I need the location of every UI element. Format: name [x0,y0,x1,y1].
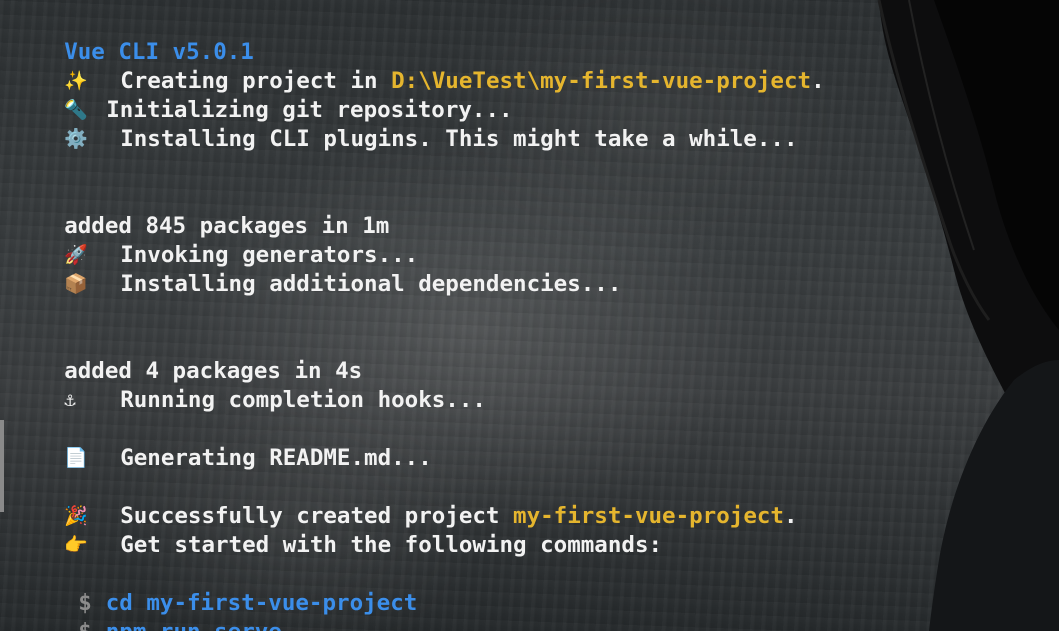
creating-project-text: Creating project in [120,68,392,94]
anchor-icon: ⚓ [64,389,76,411]
generating-readme-text: Generating README.md... [120,445,432,471]
terminal-line: added 4 packages in 4s [10,328,1059,384]
completion-hooks-text: Running completion hooks... [120,387,486,413]
project-name: my-first-vue-project [513,503,784,529]
npm-serve-command[interactable]: npm run serve [106,619,282,631]
creating-project-suffix: . [811,68,825,94]
install-plugins-text: Installing CLI plugins. This might take … [120,126,798,152]
git-init-text: Initializing git repository... [106,97,513,123]
success-suffix: . [783,503,798,529]
sparkles-icon: ✨ [64,70,88,92]
get-started-text: Get started with the following commands: [120,532,663,558]
terminal-line: 📄 Generating README.md... [10,415,1059,471]
added-packages-text: added 845 packages in 1m [64,213,390,239]
package-icon: 📦 [64,273,88,295]
rocket-icon: 🚀 [64,244,88,266]
document-icon: 📄 [64,447,88,469]
flashlight-icon: 🔦 [64,99,88,121]
prompt-symbol: $ [78,619,92,631]
scrollbar-thumb[interactable] [0,420,4,512]
prompt-symbol: $ [78,590,92,616]
pointing-finger-icon: 👉 [64,534,88,556]
terminal-line: 🎉 Successfully created project my-first-v… [10,473,1059,529]
invoking-generators-text: Invoking generators... [120,242,419,268]
party-popper-icon: 🎉 [64,505,88,527]
install-deps-text: Installing additional dependencies... [120,271,622,297]
cd-command[interactable]: cd my-first-vue-project [106,590,418,616]
added-packages-text: added 4 packages in 4s [64,358,363,384]
command-line: $ cd my-first-vue-project [10,560,1059,616]
terminal-output[interactable]: Vue CLI v5.0.1 ✨ Creating project in D:\V… [10,9,1059,631]
cli-version-header: Vue CLI v5.0.1 [64,39,254,65]
success-text: Successfully created project [120,503,514,529]
terminal-line: added 845 packages in 1m [10,183,1059,239]
gear-icon: ⚙️ [64,128,88,150]
terminal-line: Vue CLI v5.0.1 [10,9,1059,65]
project-path: D:\VueTest\my-first-vue-project [391,68,812,94]
